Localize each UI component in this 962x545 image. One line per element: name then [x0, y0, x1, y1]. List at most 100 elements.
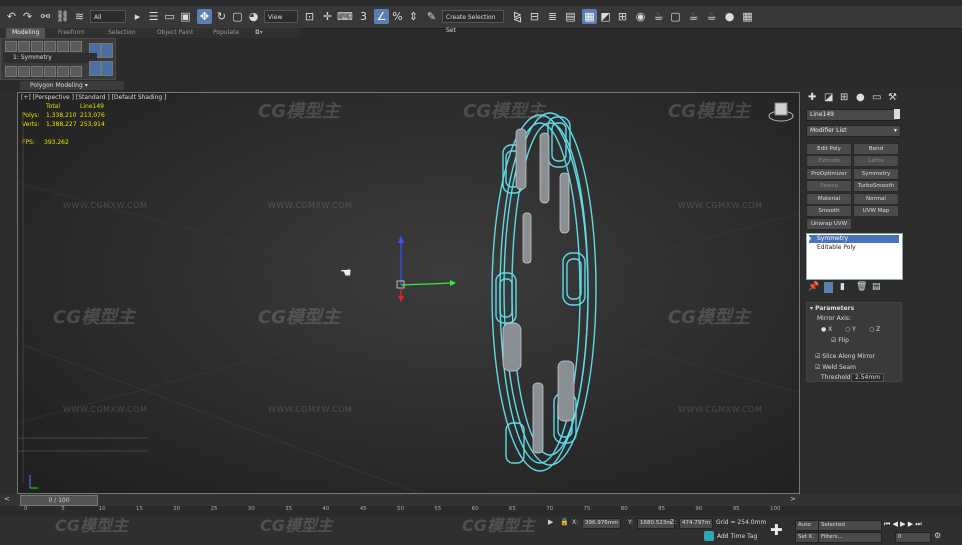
object-color-swatch[interactable] [894, 109, 900, 119]
x-coord-field[interactable]: 396.976mm [582, 518, 622, 529]
time-config-icon[interactable]: ⚙ [934, 531, 941, 540]
ribbon-tool-c-icon[interactable] [31, 66, 43, 77]
modifier-button-normal[interactable]: Normal [853, 193, 899, 205]
ribbon-border-icon[interactable] [31, 41, 43, 52]
modifier-button-uvw-map[interactable]: UVW Map [853, 205, 899, 217]
layer-explorer-icon[interactable]: ▤ [563, 9, 578, 24]
ribbon-vertex-icon[interactable] [5, 41, 17, 52]
ribbon-toggle-icon[interactable]: ▦ [582, 9, 597, 24]
ribbon-element-icon[interactable] [57, 41, 69, 52]
tab-object-paint[interactable]: Object Paint [157, 28, 193, 38]
ribbon-tool-d-icon[interactable] [44, 66, 56, 77]
select-move-icon[interactable]: ✥ [197, 9, 212, 24]
modifier-button-material[interactable]: Material [806, 193, 852, 205]
time-slider[interactable]: < 0 / 100 > [0, 494, 962, 506]
axis-z-radio[interactable]: ○ Z [869, 326, 880, 333]
playback-controls[interactable]: ⏮ ◀ ▶ ▶ ⏭ [884, 520, 922, 529]
select-scale-icon[interactable]: ▢ [230, 9, 245, 24]
named-selection-set-dropdown[interactable]: Create Selection Set [442, 10, 504, 34]
lock-selection-icon[interactable]: ▶ [548, 518, 553, 526]
render-production-icon[interactable]: ☕ [686, 9, 701, 24]
auto-key-button[interactable]: Auto [795, 520, 819, 531]
threshold-spinner[interactable]: 2.54mm [851, 373, 885, 382]
time-slider-next-icon[interactable]: > [790, 495, 796, 503]
modifier-button-prooptimizer[interactable]: ProOptimizer [806, 168, 852, 180]
select-by-name-icon[interactable]: ☰ [146, 9, 161, 24]
bind-space-warp-icon[interactable]: ≋ [72, 9, 87, 24]
ribbon-preview-icon[interactable] [101, 43, 113, 58]
undo-icon[interactable]: ↶ [4, 9, 19, 24]
axis-y-radio[interactable]: ○ Y [845, 326, 856, 333]
render-online-icon[interactable]: ● [722, 9, 737, 24]
ribbon-tool-b-icon[interactable] [18, 66, 30, 77]
selection-filter-dropdown[interactable]: All [90, 10, 126, 23]
current-frame-field[interactable]: 0 [895, 532, 931, 543]
perspective-viewport[interactable]: [+] [Perspective ] [Standard ] [Default … [17, 92, 800, 494]
weld-seam-checkbox[interactable]: ☑ Weld Seam [815, 364, 856, 371]
time-tag-icon[interactable] [704, 531, 714, 541]
modifier-button-sweep[interactable]: Sweep [806, 180, 852, 192]
show-end-result-icon[interactable] [824, 282, 833, 293]
create-tab-icon[interactable]: ✚ [808, 92, 816, 103]
ribbon-options-icon[interactable]: ◘▾ [255, 28, 263, 38]
ribbon-modifier-field[interactable]: 1: Symmetry [3, 53, 97, 63]
remove-modifier-icon[interactable]: 🗑 [856, 282, 867, 292]
material-editor-icon[interactable]: ◉ [633, 9, 648, 24]
schematic-view-icon[interactable]: ⊞ [615, 9, 630, 24]
window-crossing-icon[interactable]: ▣ [178, 9, 193, 24]
tab-populate[interactable]: Populate [213, 28, 239, 38]
add-time-tag-button[interactable]: Add Time Tag [717, 533, 757, 540]
time-slider-thumb[interactable]: 0 / 100 [20, 495, 98, 506]
configure-sets-icon[interactable]: ▤ [872, 282, 881, 292]
edit-named-selection-icon[interactable]: ✎ [424, 9, 439, 24]
keyboard-shortcut-override-icon[interactable]: ⌨ [337, 9, 353, 24]
modifier-button-edit-poly[interactable]: Edit Poly [806, 143, 852, 155]
mirror-icon[interactable]: ⧎ [510, 9, 525, 24]
eye-icon[interactable]: ◉ [806, 235, 811, 242]
angle-snap-icon[interactable]: ∠ [374, 9, 389, 24]
viewcube-icon[interactable] [768, 102, 794, 122]
percent-snap-icon[interactable]: % [390, 9, 405, 24]
make-unique-icon[interactable]: ▮ [840, 282, 845, 292]
rect-select-region-icon[interactable]: ▭ [162, 9, 177, 24]
ribbon-edge-icon[interactable] [18, 41, 30, 52]
modifier-button-bend[interactable]: Bend [853, 143, 899, 155]
slice-along-mirror-checkbox[interactable]: ☑ Slice Along Mirror [815, 353, 875, 360]
ribbon-sub-mode-b-icon[interactable] [101, 61, 113, 76]
modifier-stack[interactable]: Symmetry Editable Poly ◉ [806, 233, 903, 280]
render-iterative-icon[interactable]: ☕ [704, 9, 719, 24]
scene-explorer-icon[interactable]: ≣ [545, 9, 560, 24]
pin-stack-icon[interactable]: 📌 [808, 282, 819, 292]
utilities-tab-icon[interactable]: ⚒ [888, 92, 897, 103]
stack-item-editable-poly[interactable]: Editable Poly [809, 244, 899, 252]
tab-modeling[interactable]: Modeling [6, 28, 46, 38]
modifier-button-smooth[interactable]: Smooth [806, 205, 852, 217]
modifier-button-lathe[interactable]: Lathe [853, 155, 899, 167]
transform-gizmo[interactable] [396, 235, 456, 302]
params-title[interactable]: ▾ Parameters [810, 305, 854, 312]
tab-selection[interactable]: Selection [108, 28, 136, 38]
ribbon-tool-f-icon[interactable] [70, 66, 82, 77]
spinner-snap-icon[interactable]: ⇕ [406, 9, 421, 24]
modifier-button-unwrap-uvw[interactable]: Unwrap UVW [806, 218, 852, 230]
select-manipulate-icon[interactable]: ✛ [320, 9, 335, 24]
polygon-modeling-label[interactable]: Polygon Modeling ▾ [20, 81, 124, 90]
y-coord-field[interactable]: 1680.523m [637, 518, 675, 529]
z-coord-field[interactable]: 474.797m [679, 518, 714, 529]
hierarchy-tab-icon[interactable]: ⊞ [840, 92, 848, 103]
lock-icon[interactable]: 🔒 [560, 518, 569, 526]
key-filters-button[interactable]: Filters... [818, 532, 882, 543]
key-filter-selected-dropdown[interactable]: Selected [818, 520, 882, 531]
axis-x-radio[interactable]: ● X [821, 326, 832, 333]
modifier-button-turbosmooth[interactable]: TurboSmooth [853, 180, 899, 192]
display-tab-icon[interactable]: ▭ [872, 92, 881, 103]
unlink-icon[interactable]: ⛓ [55, 9, 70, 24]
select-object-icon[interactable]: ▸ [130, 9, 145, 24]
curve-editor-icon[interactable]: ◩ [598, 9, 613, 24]
modifier-list-dropdown[interactable]: Modifier List ▾ [806, 125, 901, 137]
reference-coordinate-dropdown[interactable]: View [264, 10, 298, 23]
ribbon-sub-mode-icon[interactable] [89, 61, 101, 76]
object-name-field[interactable]: Line149 [806, 109, 899, 121]
ribbon-tool-a-icon[interactable] [5, 66, 17, 77]
rendered-frame-window-icon[interactable]: ▢ [668, 9, 683, 24]
